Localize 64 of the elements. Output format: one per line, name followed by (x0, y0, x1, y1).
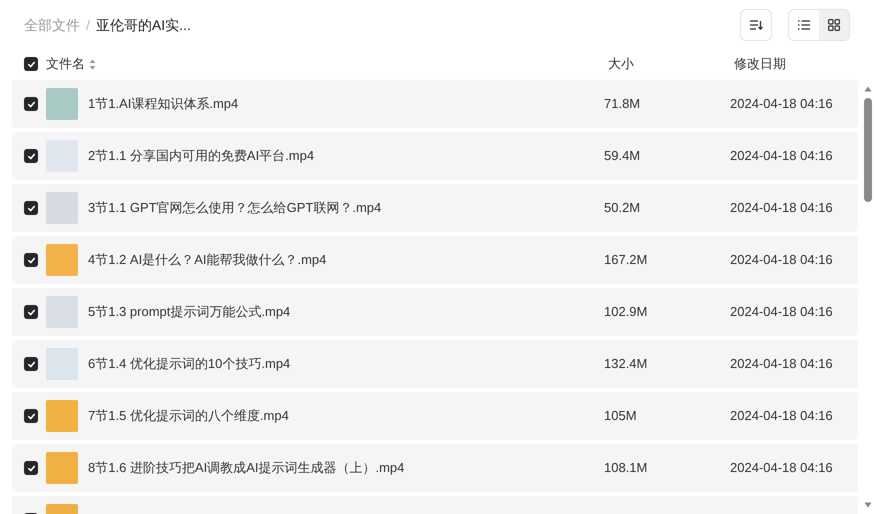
file-size: 132.4M (604, 355, 648, 374)
modified-date: 2024-04-18 04:16 (730, 95, 834, 114)
scrollbar-thumb[interactable] (864, 98, 872, 202)
file-size: 59.4M (604, 147, 642, 166)
checkbox[interactable] (24, 201, 38, 215)
file-size: 102.9M (604, 303, 648, 322)
file-name: 4节1.2 AI是什么？AI能帮我做什么？.mp4 (88, 251, 326, 270)
grid-icon (828, 19, 840, 31)
checkmark-icon (26, 152, 36, 160)
modified-date: 2024-04-18 04:16 (730, 407, 834, 426)
checkbox[interactable] (24, 57, 38, 71)
breadcrumb-separator: / (86, 16, 90, 34)
file-row[interactable]: 4节1.2 AI是什么？AI能帮我做什么？.mp4 167.2M 2024-04-18 04:16 (12, 236, 858, 284)
modified-date: 2024-04-18 04:16 (730, 147, 834, 166)
checkbox[interactable] (24, 461, 38, 475)
list-icon (798, 20, 810, 30)
size-column-header: 大小 (608, 55, 635, 74)
checkbox[interactable] (24, 409, 38, 423)
file-name: 1节1.AI课程知识体系.mp4 (88, 95, 238, 114)
file-row[interactable]: 5节1.3 prompt提示词万能公式.mp4 102.9M 2024-04-18 04:16 (12, 288, 858, 336)
file-size: 105M (604, 407, 638, 426)
file-row[interactable]: 1节1.AI课程知识体系.mp4 71.8M 2024-04-18 04:16 (12, 80, 858, 128)
checkmark-icon (26, 308, 36, 316)
file-row[interactable]: 7节1.5 优化提示词的八个维度.mp4 105M 2024-04-18 04:16 (12, 392, 858, 440)
file-size: 71.8M (604, 95, 642, 114)
name-column-header[interactable]: 文件名 (46, 54, 85, 74)
modified-date: 2024-04-18 04:16 (730, 303, 834, 322)
file-row[interactable]: 2节1.1 分享国内可用的免费AI平台.mp4 59.4M 2024-04-18 04:16 (12, 132, 858, 180)
date-column-header: 修改日期 (734, 55, 787, 74)
scroll-down-icon[interactable] (864, 502, 872, 508)
file-size: 108.1M (604, 459, 648, 478)
file-name: 8节1.6 进阶技巧把AI调教成AI提示词生成器（上）.mp4 (88, 459, 404, 478)
modified-date: 2024-04-18 04:16 (730, 459, 834, 478)
modified-date: 2024-04-18 04:16 (730, 355, 834, 374)
file-row[interactable]: 3节1.1 GPT官网怎么使用？怎么给GPT联网？.mp4 50.2M 2024-04-18 04:16 (12, 184, 858, 232)
file-size: 167.2M (604, 251, 648, 270)
sort-icon (749, 19, 763, 31)
checkmark-icon (26, 204, 36, 212)
modified-date: 2024-04-18 04:16 (730, 199, 834, 218)
checkbox[interactable] (24, 149, 38, 163)
checkmark-icon (26, 360, 36, 368)
checkbox[interactable] (24, 253, 38, 267)
file-row[interactable]: 6节1.4 优化提示词的10个技巧.mp4 132.4M 2024-04-18 04:16 (12, 340, 858, 388)
file-name: 5节1.3 prompt提示词万能公式.mp4 (88, 303, 290, 322)
modified-date: 2024-04-18 04:16 (730, 251, 834, 270)
checkmark-icon (26, 100, 36, 108)
grid-view-button[interactable] (819, 10, 849, 40)
checkmark-icon (26, 256, 36, 264)
checkmark-icon (26, 60, 36, 68)
checkbox[interactable] (24, 97, 38, 111)
file-name: 7节1.5 优化提示词的八个维度.mp4 (88, 407, 289, 426)
file-size: 50.2M (604, 199, 642, 218)
checkmark-icon (26, 464, 36, 472)
file-name: 2节1.1 分享国内可用的免费AI平台.mp4 (88, 147, 314, 166)
file-name: 3节1.1 GPT官网怎么使用？怎么给GPT联网？.mp4 (88, 199, 382, 218)
checkbox[interactable] (24, 305, 38, 319)
file-row[interactable]: 8节1.6 进阶技巧把AI调教成AI提示词生成器（上）.mp4 108.1M 2024-04-18 04:16 (12, 444, 858, 492)
checkmark-icon (26, 412, 36, 420)
file-name: 6节1.4 优化提示词的10个技巧.mp4 (88, 355, 290, 374)
checkbox[interactable] (24, 357, 38, 371)
sort-arrows-icon (89, 58, 96, 70)
breadcrumb-link[interactable]: 亚伦哥的AI实... (96, 14, 191, 36)
sort-button[interactable] (740, 9, 772, 41)
scroll-up-icon[interactable] (864, 86, 872, 92)
